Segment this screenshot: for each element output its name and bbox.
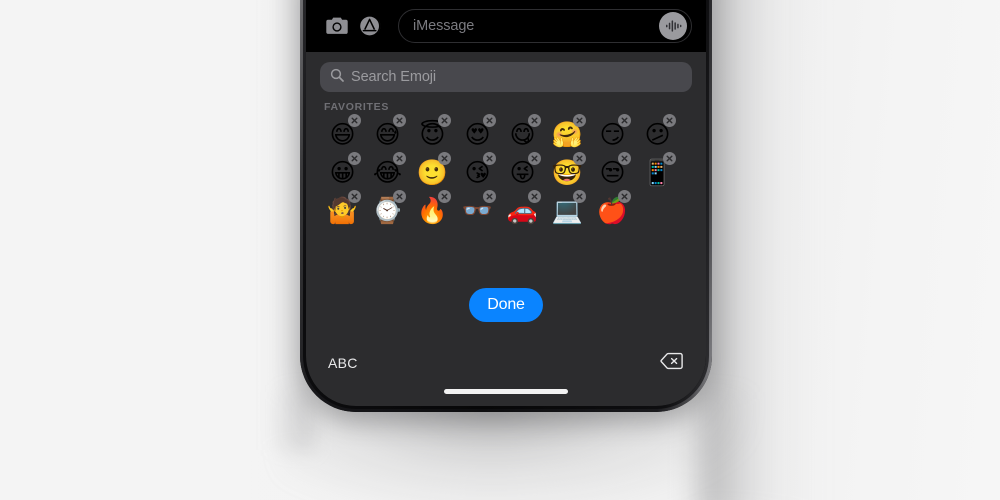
remove-emoji-icon[interactable] bbox=[438, 114, 451, 127]
emoji-smirking-face[interactable]: 😏 bbox=[590, 114, 635, 153]
remove-emoji-icon[interactable] bbox=[573, 152, 586, 165]
emoji-grinning-face[interactable]: 😀 bbox=[320, 152, 365, 191]
remove-emoji-icon[interactable] bbox=[618, 152, 631, 165]
remove-emoji-icon[interactable] bbox=[393, 190, 406, 203]
emoji-smiling-face-with-halo[interactable]: 😇 bbox=[410, 114, 455, 153]
remove-emoji-icon[interactable] bbox=[483, 152, 496, 165]
imessage-input-field[interactable]: iMessage bbox=[398, 9, 692, 43]
home-indicator bbox=[444, 389, 568, 394]
emoji-confused-face[interactable]: 😕 bbox=[635, 114, 680, 153]
abc-key[interactable]: ABC bbox=[328, 355, 358, 371]
emoji-grid: 😄 😅 😇 😍 😋 🤗 😏 😕 😀 😂 🙂 😘 😜 🤓 😒 📱 🤷 ⌚ 🔥 👓 🚗 💻 🍎 bbox=[306, 114, 706, 229]
remove-emoji-icon[interactable] bbox=[393, 114, 406, 127]
remove-emoji-icon[interactable] bbox=[393, 152, 406, 165]
favorites-section-title: FAVORITES bbox=[324, 101, 390, 113]
remove-emoji-icon[interactable] bbox=[483, 114, 496, 127]
camera-icon[interactable] bbox=[320, 9, 354, 43]
remove-emoji-icon[interactable] bbox=[528, 190, 541, 203]
remove-emoji-icon[interactable] bbox=[663, 114, 676, 127]
emoji-hugging-face[interactable]: 🤗 bbox=[545, 114, 590, 153]
emoji-fire[interactable]: 🔥 bbox=[410, 190, 455, 229]
remove-emoji-icon[interactable] bbox=[528, 114, 541, 127]
emoji-row: 😀 😂 🙂 😘 😜 🤓 😒 📱 bbox=[320, 152, 692, 191]
emoji-row: 🤷 ⌚ 🔥 👓 🚗 💻 🍎 bbox=[320, 190, 692, 229]
emoji-keyboard-panel: Search Emoji FAVORITES 😄 😅 😇 😍 😋 🤗 😏 😕 😀 😂 🙂 😘 😜 🤓 😒 📱 🤷… bbox=[306, 52, 706, 406]
remove-emoji-icon[interactable] bbox=[438, 190, 451, 203]
search-placeholder: Search Emoji bbox=[351, 69, 437, 85]
device-screen: iMessage Search Emoji FAVORITES 😄 😅 😇 😍 … bbox=[306, 0, 706, 406]
emoji-red-apple[interactable]: 🍎 bbox=[590, 190, 635, 229]
emoji-grinning-face-with-smiling-eyes[interactable]: 😄 bbox=[320, 114, 365, 153]
remove-emoji-icon[interactable] bbox=[483, 190, 496, 203]
remove-emoji-icon[interactable] bbox=[348, 152, 361, 165]
imessage-placeholder: iMessage bbox=[413, 18, 475, 34]
audio-waveform-icon[interactable] bbox=[659, 12, 687, 40]
done-button[interactable]: Done bbox=[469, 288, 543, 322]
emoji-smiling-face-with-heart-eyes[interactable]: 😍 bbox=[455, 114, 500, 153]
remove-emoji-icon[interactable] bbox=[438, 152, 451, 165]
emoji-unamused-face[interactable]: 😒 bbox=[590, 152, 635, 191]
remove-emoji-icon[interactable] bbox=[663, 152, 676, 165]
iphone-device: iMessage Search Emoji FAVORITES 😄 😅 😇 😍 … bbox=[300, 0, 712, 412]
remove-emoji-icon[interactable] bbox=[573, 114, 586, 127]
imessage-composer-toolbar: iMessage bbox=[306, 0, 706, 52]
backspace-delete-icon[interactable] bbox=[660, 352, 684, 375]
emoji-laptop[interactable]: 💻 bbox=[545, 190, 590, 229]
keyboard-bottom-bar: ABC bbox=[306, 346, 706, 380]
emoji-glasses[interactable]: 👓 bbox=[455, 190, 500, 229]
search-input[interactable]: Search Emoji bbox=[320, 62, 692, 92]
remove-emoji-icon[interactable] bbox=[618, 190, 631, 203]
remove-emoji-icon[interactable] bbox=[348, 114, 361, 127]
emoji-automobile[interactable]: 🚗 bbox=[500, 190, 545, 229]
screenshot-stage: iMessage Search Emoji FAVORITES 😄 😅 😇 😍 … bbox=[0, 0, 1000, 500]
emoji-person-shrugging[interactable]: 🤷 bbox=[320, 190, 365, 229]
search-icon bbox=[330, 68, 344, 87]
emoji-nerd-face[interactable]: 🤓 bbox=[545, 152, 590, 191]
done-button-wrap: Done bbox=[306, 288, 706, 322]
emoji-face-blowing-a-kiss[interactable]: 😘 bbox=[455, 152, 500, 191]
emoji-mobile-phone[interactable]: 📱 bbox=[635, 152, 680, 191]
emoji-face-with-tears-of-joy[interactable]: 😂 bbox=[365, 152, 410, 191]
search-bar-wrap: Search Emoji bbox=[306, 52, 706, 92]
remove-emoji-icon[interactable] bbox=[618, 114, 631, 127]
emoji-grinning-face-with-sweat[interactable]: 😅 bbox=[365, 114, 410, 153]
remove-emoji-icon[interactable] bbox=[528, 152, 541, 165]
emoji-slightly-smiling-face[interactable]: 🙂 bbox=[410, 152, 455, 191]
remove-emoji-icon[interactable] bbox=[348, 190, 361, 203]
emoji-watch[interactable]: ⌚ bbox=[365, 190, 410, 229]
remove-emoji-icon[interactable] bbox=[573, 190, 586, 203]
app-store-icon[interactable] bbox=[354, 9, 388, 43]
emoji-row: 😄 😅 😇 😍 😋 🤗 😏 😕 bbox=[320, 114, 692, 153]
emoji-winking-face-with-tongue[interactable]: 😜 bbox=[500, 152, 545, 191]
emoji-face-savoring-food[interactable]: 😋 bbox=[500, 114, 545, 153]
